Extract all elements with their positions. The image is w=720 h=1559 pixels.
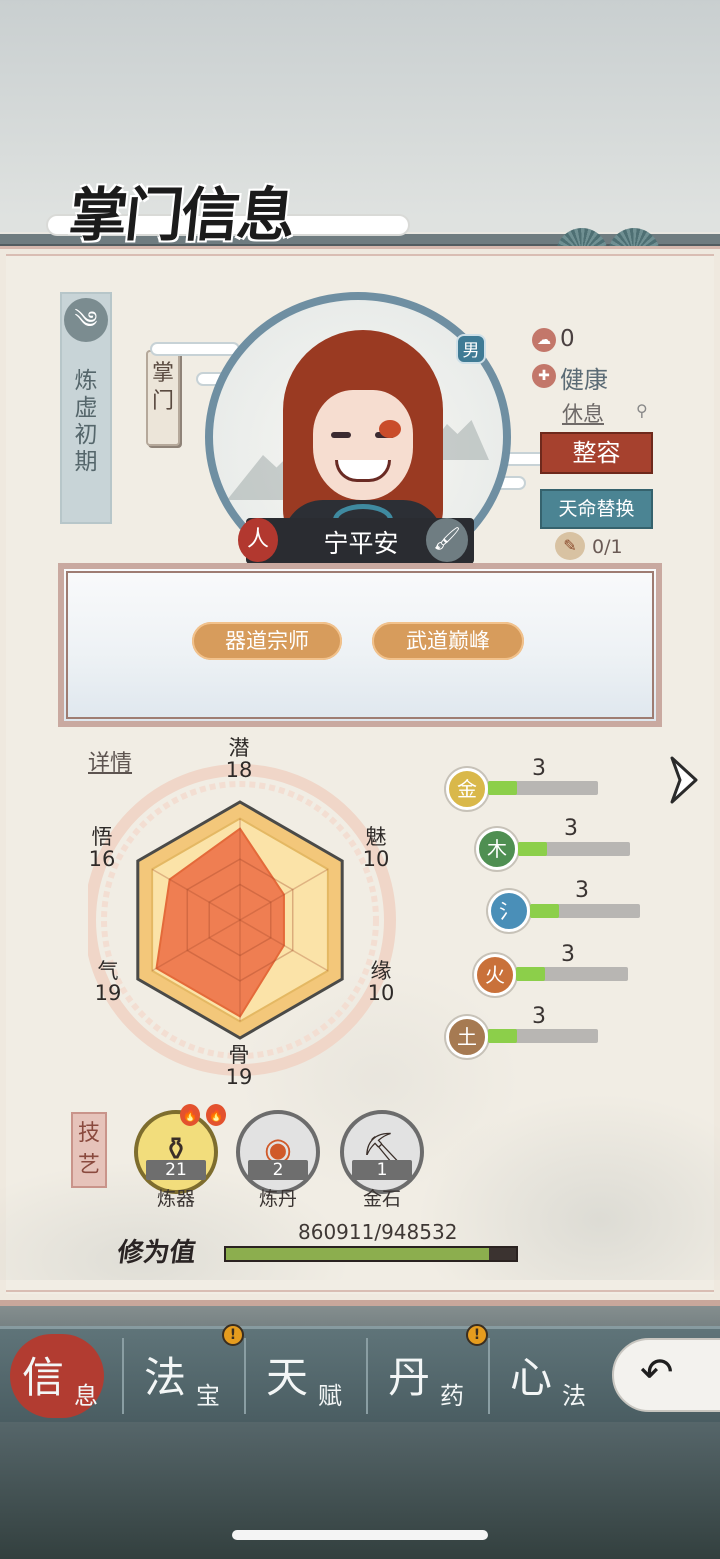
attr-label-qi: 气 19 bbox=[88, 960, 128, 1004]
role-label: 掌门 bbox=[151, 361, 174, 414]
portrait-face bbox=[313, 390, 413, 500]
tab-main-char: 天 bbox=[266, 1353, 309, 1402]
portrait-eye bbox=[331, 432, 351, 438]
tab-mind-method[interactable]: 心 法 bbox=[492, 1332, 612, 1416]
fate-swap-count: 0/1 bbox=[592, 536, 623, 558]
trait-badge[interactable]: 武道巅峰 bbox=[372, 622, 524, 660]
flame-icon: 🔥 bbox=[180, 1104, 200, 1126]
attr-name: 缘 bbox=[370, 959, 392, 983]
attr-label-mei: 魅 10 bbox=[356, 826, 396, 870]
tab-info[interactable]: 信 息 bbox=[4, 1332, 124, 1416]
attr-value: 10 bbox=[362, 847, 390, 871]
attr-name: 潜 bbox=[228, 736, 250, 760]
attr-value: 16 bbox=[88, 847, 116, 871]
metal-fill bbox=[488, 781, 517, 795]
tab-divider bbox=[366, 1338, 368, 1414]
skill-name: 炼丹 bbox=[258, 1188, 297, 1210]
tab-sub-char: 赋 bbox=[318, 1382, 342, 1410]
tab-main-char: 心 bbox=[510, 1353, 553, 1402]
water-fill bbox=[530, 904, 559, 918]
attr-name: 悟 bbox=[91, 825, 113, 849]
earth-value: 3 bbox=[532, 1004, 546, 1029]
rename-brush-icon[interactable]: 🖌 bbox=[426, 518, 468, 562]
alert-icon: ! bbox=[222, 1324, 244, 1346]
trait-badge[interactable]: 器道宗师 bbox=[192, 622, 342, 660]
attribute-radar-chart bbox=[88, 764, 396, 1076]
skill-mining[interactable]: ⛏ bbox=[340, 1110, 424, 1194]
attr-name: 气 bbox=[97, 959, 119, 983]
tab-main-char: 丹 bbox=[388, 1353, 431, 1402]
panel-border-top bbox=[6, 254, 714, 256]
gender-badge: 男 bbox=[456, 334, 486, 364]
tab-main-char: 法 bbox=[144, 1353, 187, 1402]
cloud-ornament bbox=[150, 342, 240, 356]
portrait-face-mark bbox=[379, 420, 401, 438]
attr-value: 19 bbox=[94, 981, 122, 1005]
attr-name: 魅 bbox=[365, 825, 387, 849]
traits-box bbox=[58, 563, 662, 727]
attr-label-gu: 骨 19 bbox=[219, 1044, 259, 1088]
skill-name: 金石 bbox=[362, 1188, 401, 1210]
fame-icon: ☁ bbox=[532, 328, 556, 352]
cultivation-label: 修为值 bbox=[115, 1238, 198, 1268]
attr-value: 18 bbox=[225, 758, 253, 782]
metal-value: 3 bbox=[532, 756, 546, 781]
tab-sub-char: 息 bbox=[74, 1382, 98, 1410]
tab-divider bbox=[244, 1338, 246, 1414]
fate-swap-button[interactable]: 天命替换 bbox=[540, 489, 653, 529]
next-page-arrow-icon[interactable] bbox=[668, 752, 702, 808]
makeover-button[interactable]: 整容 bbox=[540, 432, 653, 474]
health-status: 健康 bbox=[560, 366, 608, 394]
tab-divider bbox=[488, 1338, 490, 1414]
skill-name: 炼器 bbox=[156, 1188, 195, 1210]
health-icon: ✚ bbox=[532, 364, 556, 388]
attr-label-yuan: 缘 10 bbox=[361, 960, 401, 1004]
water-value: 3 bbox=[575, 878, 589, 903]
realm-label: 炼虚初期 bbox=[74, 368, 98, 475]
skill-alchemy[interactable]: ◉ bbox=[236, 1110, 320, 1194]
race-badge: 人 bbox=[238, 518, 278, 562]
cloud-swirl-icon: ༄ bbox=[64, 298, 108, 342]
activity-status[interactable]: 休息 bbox=[562, 398, 604, 428]
tab-sub-char: 法 bbox=[562, 1382, 586, 1410]
skill-forging[interactable]: ⚱ bbox=[134, 1110, 218, 1194]
cultivation-value: 860911/948532 bbox=[298, 1220, 458, 1244]
panel-border-bottom bbox=[6, 1290, 714, 1292]
fire-value: 3 bbox=[561, 942, 575, 967]
skill-level: 1 bbox=[352, 1160, 412, 1180]
flame-icon: 🔥 bbox=[206, 1104, 226, 1126]
wood-value: 3 bbox=[564, 816, 578, 841]
skill-level: 21 bbox=[146, 1160, 206, 1180]
fire-element-icon[interactable]: 火 bbox=[474, 954, 516, 996]
skills-section-label: 技艺 bbox=[71, 1112, 107, 1188]
home-indicator[interactable] bbox=[232, 1530, 488, 1540]
tab-sub-char: 药 bbox=[440, 1382, 464, 1410]
earth-fill bbox=[488, 1029, 517, 1043]
earth-element-icon[interactable]: 土 bbox=[446, 1016, 488, 1058]
wood-element-icon[interactable]: 木 bbox=[476, 828, 518, 870]
alert-icon: ! bbox=[466, 1324, 488, 1346]
fame-value: 0 bbox=[560, 326, 575, 352]
attr-value: 19 bbox=[225, 1065, 253, 1089]
attr-value: 10 bbox=[367, 981, 395, 1005]
tab-main-char: 信 bbox=[22, 1353, 65, 1402]
character-name[interactable]: 宁平安 bbox=[276, 524, 446, 560]
scroll-icon: ✎ bbox=[555, 532, 585, 560]
page-title: 掌门信息 bbox=[65, 181, 298, 249]
skill-level: 2 bbox=[248, 1160, 308, 1180]
tab-divider bbox=[122, 1338, 124, 1414]
tab-sub-char: 宝 bbox=[196, 1382, 220, 1410]
attr-label-wu: 悟 16 bbox=[82, 826, 122, 870]
attr-name: 骨 bbox=[228, 1043, 250, 1067]
cultivation-progress-fill bbox=[226, 1248, 489, 1260]
location-pin-icon[interactable]: ⚲ bbox=[636, 401, 650, 420]
tab-talent[interactable]: 天 赋 bbox=[248, 1332, 368, 1416]
attr-label-qian: 潜 18 bbox=[219, 737, 259, 781]
metal-element-icon[interactable]: 金 bbox=[446, 768, 488, 810]
fire-fill bbox=[516, 967, 545, 981]
water-element-icon[interactable]: 氵 bbox=[488, 890, 530, 932]
back-arrow-icon[interactable]: ↶ bbox=[640, 1350, 674, 1396]
wood-fill bbox=[518, 842, 547, 856]
